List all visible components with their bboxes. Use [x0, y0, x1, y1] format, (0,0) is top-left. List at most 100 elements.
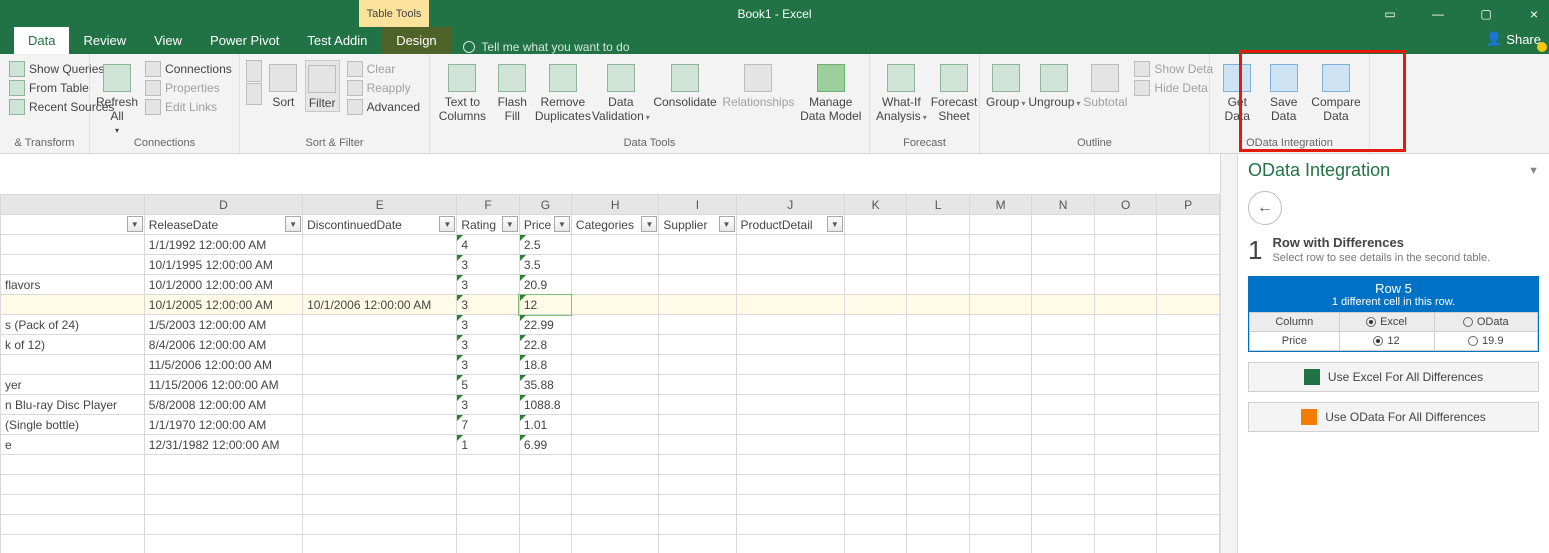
sort-button[interactable]: Sort [266, 60, 301, 110]
pane-title: OData Integration ▼ [1248, 160, 1539, 181]
advanced-button[interactable]: Advanced [344, 98, 423, 116]
table-row[interactable]: yer11/15/2006 12:00:00 AM535.88 [1, 375, 1220, 395]
tell-me[interactable]: Tell me what you want to do [451, 40, 641, 54]
sort-desc-icon[interactable] [246, 83, 262, 105]
show-detail-button[interactable]: Show Deta [1131, 60, 1216, 78]
properties-button[interactable]: Properties [142, 79, 235, 97]
filter-dropdown-icon[interactable]: ▼ [439, 216, 455, 232]
filter-button[interactable]: Filter [305, 60, 340, 112]
filter-dropdown-icon[interactable]: ▼ [641, 216, 657, 232]
filter-dropdown-icon[interactable]: ▼ [502, 216, 518, 232]
group-label-get-transform: & Transform [6, 137, 83, 151]
reapply-button[interactable]: Reapply [344, 79, 423, 97]
ribbon-display-options-icon[interactable]: ▭ [1381, 7, 1399, 21]
group-label-sortfilter: Sort & Filter [246, 137, 423, 151]
share-icon: 👤 [1486, 31, 1502, 47]
table-row[interactable]: 1/1/1992 12:00:00 AM42.5 [1, 235, 1220, 255]
forecast-sheet-button[interactable]: Forecast Sheet [931, 60, 978, 124]
sort-asc-icon[interactable] [246, 60, 262, 82]
relationships-button[interactable]: Relationships [722, 60, 794, 110]
filter-dropdown-icon[interactable]: ▼ [719, 216, 735, 232]
odata-get-button[interactable]: Get Data [1216, 60, 1258, 124]
filter-dropdown-icon[interactable]: ▼ [127, 216, 143, 232]
back-button[interactable]: ← [1248, 191, 1282, 225]
remove-duplicates-button[interactable]: Remove Duplicates [536, 60, 590, 124]
ribbon: Show Queries From Table Recent Sources &… [0, 54, 1549, 154]
maximize-button[interactable]: ▢ [1477, 7, 1495, 21]
notification-badge [1537, 42, 1547, 52]
cmp-odata-header[interactable]: OData [1434, 313, 1538, 332]
pane-heading: Row with Differences [1272, 235, 1403, 250]
clear-button[interactable]: Clear [344, 60, 423, 78]
outline-group-button[interactable]: Group [986, 60, 1025, 110]
refresh-all-button[interactable]: Refresh All▾ [96, 60, 138, 135]
group-label-odata: OData Integration [1216, 137, 1363, 151]
group-label-forecast: Forecast [876, 137, 973, 151]
edit-links-button[interactable]: Edit Links [142, 98, 235, 116]
minimize-button[interactable]: — [1429, 7, 1447, 21]
close-button[interactable]: × [1525, 6, 1543, 22]
group-label-connections: Connections [96, 137, 233, 151]
share-button[interactable]: 👤 Share [1486, 31, 1541, 47]
data-validation-button[interactable]: Data Validation [594, 60, 648, 124]
tab-review[interactable]: Review [69, 27, 140, 54]
group-label-outline: Outline [986, 137, 1203, 151]
worksheet[interactable]: D E F G H I J K L M N O P ▼ ReleaseDate▼… [0, 154, 1220, 553]
table-row[interactable]: k of 12)8/4/2006 12:00:00 AM322.8 [1, 335, 1220, 355]
table-row[interactable] [1, 515, 1220, 535]
table-row[interactable] [1, 475, 1220, 495]
contextual-tab-label: Table Tools [359, 0, 429, 27]
table-row[interactable]: e12/31/1982 12:00:00 AM16.99 [1, 435, 1220, 455]
odata-save-button[interactable]: Save Data [1262, 60, 1304, 124]
text-to-columns-button[interactable]: Text to Columns [436, 60, 489, 124]
window-title: Book1 - Excel [737, 7, 811, 21]
cmp-excel-cell[interactable]: 12 [1339, 332, 1434, 351]
data-model-button[interactable]: Manage Data Model [799, 60, 863, 124]
outline-ungroup-button[interactable]: Ungroup [1029, 60, 1079, 110]
subtotal-button[interactable]: Subtotal [1083, 60, 1127, 110]
tab-powerpivot[interactable]: Power Pivot [196, 27, 293, 54]
step-number: 1 [1248, 235, 1262, 266]
title-bar: Table Tools Book1 - Excel ▭ — ▢ × [0, 0, 1549, 27]
pane-menu-icon[interactable]: ▼ [1528, 165, 1539, 177]
cmp-excel-header[interactable]: Excel [1339, 313, 1434, 332]
flash-fill-button[interactable]: Flash Fill [493, 60, 532, 124]
vertical-scrollbar[interactable] [1220, 154, 1237, 553]
tab-view[interactable]: View [140, 27, 196, 54]
tab-design[interactable]: Design [381, 27, 451, 54]
table-row[interactable] [1, 535, 1220, 553]
tab-data[interactable]: Data [14, 27, 69, 54]
table-row[interactable]: s (Pack of 24)1/5/2003 12:00:00 AM322.99 [1, 315, 1220, 335]
cmp-odata-cell[interactable]: 19.9 [1434, 332, 1538, 351]
table-row[interactable] [1, 455, 1220, 475]
card-title: Row 5 [1375, 281, 1412, 296]
pane-subheading: Select row to see details in the second … [1272, 252, 1490, 264]
card-subtitle: 1 different cell in this row. [1249, 296, 1538, 308]
filter-dropdown-icon[interactable]: ▼ [285, 216, 301, 232]
hide-detail-button[interactable]: Hide Deta [1131, 79, 1216, 97]
filter-dropdown-icon[interactable]: ▼ [827, 216, 843, 232]
column-headers: D E F G H I J K L M N O P [1, 195, 1220, 215]
table-header-row: ▼ ReleaseDate▼ DiscontinuedDate▼ Rating▼… [1, 215, 1220, 235]
table-row[interactable]: 11/5/2006 12:00:00 AM318.8 [1, 355, 1220, 375]
whatif-button[interactable]: What-If Analysis [876, 60, 927, 124]
table-row[interactable] [1, 495, 1220, 515]
diff-card: Row 5 1 different cell in this row. Colu… [1248, 276, 1539, 352]
cmp-col-cell: Price [1250, 332, 1340, 351]
use-excel-all-button[interactable]: Use Excel For All Differences [1248, 362, 1539, 392]
connections-button[interactable]: Connections [142, 60, 235, 78]
task-pane: OData Integration ▼ ← 1 Row with Differe… [1237, 154, 1549, 553]
table-row[interactable]: (Single bottle)1/1/1970 12:00:00 AM71.01 [1, 415, 1220, 435]
table-row[interactable]: 10/1/2005 12:00:00 AM10/1/2006 12:00:00 … [1, 295, 1220, 315]
odata-compare-button[interactable]: Compare Data [1309, 60, 1363, 124]
group-label-datatools: Data Tools [436, 137, 863, 151]
table-row[interactable]: 10/1/1995 12:00:00 AM33.5 [1, 255, 1220, 275]
tab-testaddin[interactable]: Test Addin [293, 27, 381, 54]
consolidate-button[interactable]: Consolidate [652, 60, 718, 110]
filter-dropdown-icon[interactable]: ▼ [554, 216, 570, 232]
bulb-icon [463, 41, 475, 53]
use-odata-all-button[interactable]: Use OData For All Differences [1248, 402, 1539, 432]
table-row[interactable]: flavors10/1/2000 12:00:00 AM320.9 [1, 275, 1220, 295]
odata-icon [1301, 409, 1317, 425]
table-row[interactable]: n Blu-ray Disc Player5/8/2008 12:00:00 A… [1, 395, 1220, 415]
